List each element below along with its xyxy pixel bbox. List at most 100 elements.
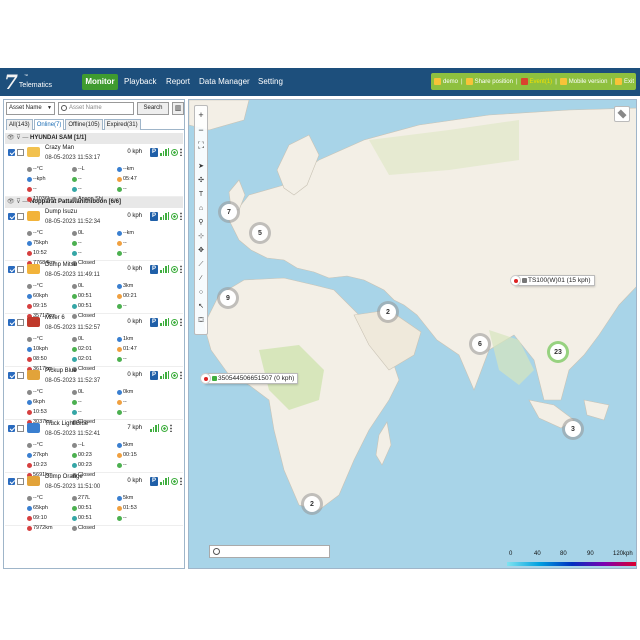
- layers-icon[interactable]: [614, 106, 630, 122]
- fullscreen-icon[interactable]: ⛶: [195, 138, 207, 152]
- exit-link[interactable]: Exit: [624, 79, 634, 85]
- more-menu-icon[interactable]: [180, 148, 182, 156]
- asset-type-select[interactable]: Asset Name ▼: [6, 102, 55, 115]
- metric-icon: [72, 452, 77, 458]
- poi-icon[interactable]: ⌂: [195, 202, 207, 216]
- device-row[interactable]: Pickup Blue 08-05-2023 11:52:37 0 kph P --°C…: [5, 367, 183, 425]
- text-tool-icon[interactable]: T: [195, 188, 207, 202]
- device-follow-checkbox[interactable]: [17, 319, 24, 326]
- zoom-in-button[interactable]: +: [195, 108, 207, 122]
- device-follow-checkbox[interactable]: [17, 149, 24, 156]
- device-name[interactable]: Pickup Blue: [45, 368, 77, 374]
- ruler-icon[interactable]: ∕: [195, 272, 207, 286]
- map-cluster[interactable]: 7: [218, 201, 240, 223]
- map-cluster[interactable]: 5: [249, 222, 271, 244]
- map-cluster[interactable]: 23: [547, 341, 569, 363]
- more-menu-icon[interactable]: [170, 424, 172, 432]
- tab-expired[interactable]: Expired(31): [103, 119, 141, 130]
- metric-cell: --: [117, 302, 159, 310]
- search-row: Asset Name ▼ Asset Name Search ▥: [6, 102, 184, 115]
- fit-bounds-icon[interactable]: ✣: [195, 174, 207, 188]
- mobile-version-link[interactable]: Mobile version: [569, 79, 608, 85]
- metric-cell: 0km: [117, 388, 159, 396]
- group-header[interactable]: 👁 ⊽ — HYUNDAI SAM [1/1]: [5, 133, 183, 144]
- map-cluster[interactable]: 3: [562, 418, 584, 440]
- map-cluster[interactable]: 2: [377, 301, 399, 323]
- signal-bars-icon: [160, 148, 169, 156]
- device-name[interactable]: Crazy Man: [45, 145, 74, 151]
- chart-icon[interactable]: ⟋: [195, 258, 207, 272]
- map-cluster[interactable]: 6: [469, 333, 491, 355]
- vehicle-marker-ts100[interactable]: TS100(W)01 (15 kph): [510, 275, 595, 286]
- nav-playback[interactable]: Playback: [124, 74, 156, 90]
- device-follow-checkbox[interactable]: [17, 372, 24, 379]
- metric-icon: [27, 515, 32, 521]
- metric-value: Closed: [78, 525, 96, 531]
- nav-report[interactable]: Report: [166, 74, 190, 90]
- device-row[interactable]: Dump Orange 08-05-2023 11:51:00 0 kph P --°C…: [5, 473, 183, 531]
- device-name[interactable]: Dump Orange: [45, 474, 83, 480]
- vehicle-icon: [27, 264, 40, 274]
- search-button[interactable]: Search: [137, 102, 169, 115]
- share-position-link[interactable]: Share position: [475, 79, 513, 85]
- more-menu-icon[interactable]: [180, 318, 182, 326]
- tab-all[interactable]: All(143): [6, 119, 33, 130]
- asset-search-input[interactable]: Asset Name: [58, 102, 134, 115]
- metric-icon: [117, 462, 122, 468]
- events-link[interactable]: Event(1): [530, 79, 553, 85]
- nav-setting[interactable]: Setting: [258, 74, 283, 90]
- nav-data-manager[interactable]: Data Manager: [199, 74, 250, 90]
- device-checkbox[interactable]: [8, 213, 15, 220]
- map-cluster[interactable]: 2: [301, 493, 323, 515]
- device-name[interactable]: Mixer 6: [45, 315, 65, 321]
- device-checkbox[interactable]: [8, 319, 15, 326]
- metric-value: 00:21: [123, 293, 137, 299]
- top-navigation-bar: 7 ™ Telematics Monitor Playback Report D…: [0, 68, 640, 96]
- device-follow-checkbox[interactable]: [17, 478, 24, 485]
- zoom-out-button[interactable]: −: [195, 123, 207, 137]
- device-checkbox[interactable]: [8, 372, 15, 379]
- more-menu-icon[interactable]: [180, 371, 182, 379]
- device-checkbox[interactable]: [8, 266, 15, 273]
- bar-chart-icon[interactable]: ▥: [172, 102, 184, 115]
- more-menu-icon[interactable]: [180, 265, 182, 273]
- metric-cell: --°C: [27, 335, 69, 343]
- device-row[interactable]: Truck Light Blue 08-05-2023 11:52:41 7 kph…: [5, 420, 183, 478]
- device-checkbox[interactable]: [8, 478, 15, 485]
- map-cluster[interactable]: 9: [217, 287, 239, 309]
- device-row[interactable]: Dump Isuzu 08-05-2023 11:52:34 0 kph P --°C 0…: [5, 208, 183, 266]
- map-pin-icon[interactable]: ⚲: [195, 216, 207, 230]
- device-name[interactable]: Truck Light Blue: [45, 421, 88, 427]
- user-name[interactable]: demo: [443, 79, 458, 85]
- device-row[interactable]: Crazy Man 08-05-2023 11:53:17 0 kph P --°C --…: [5, 144, 183, 202]
- map-search-input[interactable]: [209, 545, 330, 558]
- metric-cell: --°C: [27, 494, 69, 502]
- device-name[interactable]: Dump Isuzu: [45, 209, 77, 215]
- map-view[interactable]: + − ⛶ ➤ ✣ T ⌂ ⚲ ⊹ ✥ ⟋ ∕ ○ ↖ ⛋ 7 5 9 2 6 …: [188, 99, 637, 569]
- circle-tool-icon[interactable]: ○: [195, 286, 207, 300]
- tab-offline[interactable]: Offline(105): [65, 119, 103, 130]
- more-menu-icon[interactable]: [180, 477, 182, 485]
- device-row[interactable]: Dump Mitsu 08-05-2023 11:49:11 0 kph P --°C 0…: [5, 261, 183, 319]
- device-follow-checkbox[interactable]: [17, 213, 24, 220]
- device-name[interactable]: Dump Mitsu: [45, 262, 77, 268]
- device-checkbox[interactable]: [8, 425, 15, 432]
- vehicle-marker-imei[interactable]: 350544506651507 (0 kph): [200, 373, 299, 384]
- legend-label: 90: [587, 551, 594, 557]
- locate-icon[interactable]: ➤: [195, 160, 207, 174]
- speed-gradient-bar: [507, 562, 636, 566]
- device-row[interactable]: Mixer 6 08-05-2023 11:52:57 0 kph P --°C 0L 1k…: [5, 314, 183, 372]
- metric-icon: [117, 442, 122, 448]
- device-follow-checkbox[interactable]: [17, 266, 24, 273]
- measure-icon[interactable]: ⊹: [195, 230, 207, 244]
- cursor-icon[interactable]: ↖: [195, 300, 207, 314]
- tab-online[interactable]: Online(7): [33, 119, 65, 130]
- eye-icon[interactable]: 👁 ⊽ —: [7, 135, 30, 141]
- device-checkbox[interactable]: [8, 149, 15, 156]
- geofence-icon[interactable]: ⛋: [195, 314, 207, 328]
- metric-icon: [117, 515, 122, 521]
- device-follow-checkbox[interactable]: [17, 425, 24, 432]
- nav-monitor[interactable]: Monitor: [82, 74, 118, 90]
- more-menu-icon[interactable]: [180, 212, 182, 220]
- move-icon[interactable]: ✥: [195, 244, 207, 258]
